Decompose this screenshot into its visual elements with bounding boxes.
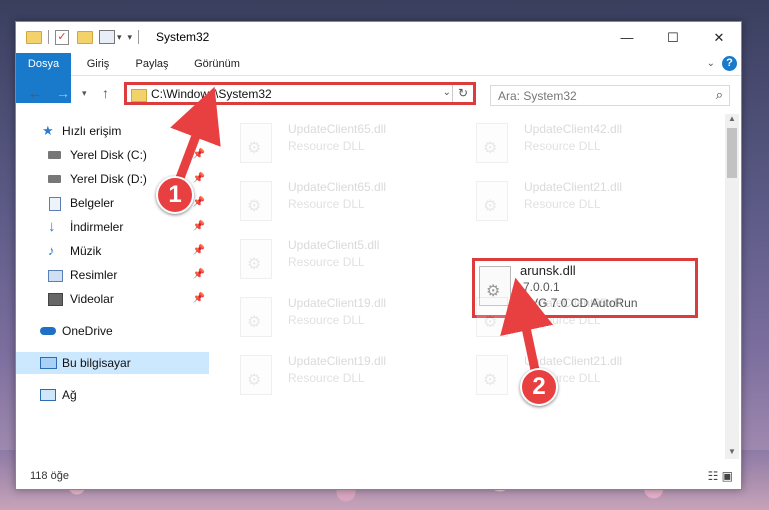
- step-badge-1: 1: [156, 176, 194, 214]
- annotation-arrows: [170, 86, 554, 371]
- arrow-step-2: [500, 277, 554, 371]
- step-badge-2: 2: [520, 368, 558, 406]
- arrow-step-1: [170, 86, 221, 180]
